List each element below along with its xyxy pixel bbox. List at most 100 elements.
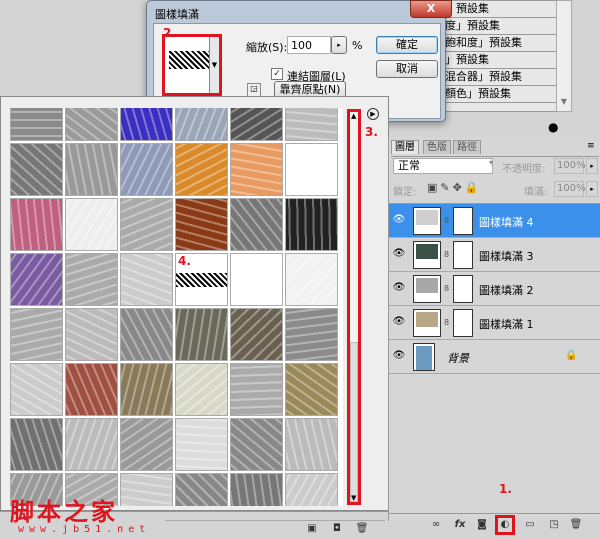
pattern-tile[interactable] [120, 108, 173, 141]
pattern-tile[interactable] [10, 363, 63, 416]
cancel-button[interactable]: 取消 [376, 60, 438, 78]
eye-icon[interactable]: 👁 [392, 214, 406, 226]
pattern-tile[interactable] [230, 108, 283, 141]
pattern-tile[interactable] [120, 198, 173, 251]
eye-icon[interactable]: 👁 [392, 316, 406, 328]
menu-item[interactable]: 」預設集 [441, 52, 557, 69]
menu-item[interactable]: 顏色」預設集 [441, 86, 557, 103]
add-mask-icon[interactable]: ◙ [475, 518, 489, 532]
adjustment-layer-icon[interactable]: ◐ [495, 515, 515, 535]
scale-slider-button[interactable]: ▸ [331, 36, 347, 54]
pattern-tile[interactable] [285, 253, 338, 306]
eye-icon[interactable]: 👁 [392, 282, 406, 294]
scroll-thumb[interactable] [350, 342, 358, 502]
pattern-tile[interactable] [230, 363, 283, 416]
menu-item[interactable]: 混合器」預設集 [441, 69, 557, 86]
opacity-slider-button[interactable]: ▸ [586, 158, 598, 174]
pattern-tile[interactable]: 4. [175, 253, 228, 306]
chevron-down-icon[interactable]: ▼ [209, 37, 219, 93]
pattern-tile[interactable] [175, 363, 228, 416]
layer-row[interactable]: 👁 8 圖樣填滿 4 [389, 204, 600, 238]
pattern-tile[interactable] [230, 418, 283, 471]
tab-paths[interactable]: 路徑 [453, 140, 481, 154]
fill-slider-button[interactable]: ▸ [586, 181, 598, 197]
chain-icon[interactable]: 8 [444, 284, 449, 293]
pattern-tile[interactable] [285, 473, 338, 506]
pattern-tile[interactable] [285, 198, 338, 251]
pattern-tile[interactable] [65, 363, 118, 416]
pattern-tile[interactable] [175, 198, 228, 251]
chain-icon[interactable]: 8 [444, 318, 449, 327]
pattern-tile[interactable] [175, 143, 228, 196]
layer-row[interactable]: 👁 背景 🔒 [389, 340, 600, 374]
trash-icon[interactable]: 🗑 [355, 522, 369, 536]
menu-item[interactable]: 度」預設集 [441, 18, 557, 35]
pattern-tile[interactable] [120, 253, 173, 306]
pattern-tile[interactable] [65, 418, 118, 471]
opacity-input[interactable]: 100% [554, 158, 586, 174]
new-layer-icon[interactable]: ◳ [547, 518, 561, 532]
ok-button[interactable]: 確定 [376, 36, 438, 54]
pattern-tile[interactable] [285, 108, 338, 141]
pattern-tile[interactable] [120, 363, 173, 416]
pattern-tile[interactable] [175, 108, 228, 141]
link-layers-icon[interactable]: ∞ [429, 518, 443, 532]
link-layer-checkbox[interactable]: ✓ [271, 68, 283, 80]
fx-icon[interactable]: fx [453, 518, 467, 532]
pattern-tile[interactable] [65, 308, 118, 361]
eye-icon[interactable]: 👁 [392, 248, 406, 260]
chain-icon[interactable]: 8 [444, 250, 449, 259]
pattern-tile[interactable] [65, 143, 118, 196]
tab-layers[interactable]: 圖層 [391, 140, 419, 154]
camera-icon[interactable]: ◘ [330, 522, 344, 536]
pattern-tile[interactable] [65, 108, 118, 141]
pattern-tile[interactable] [285, 418, 338, 471]
pattern-tile[interactable] [285, 308, 338, 361]
layer-row[interactable]: 👁 8 圖樣填滿 3 [389, 238, 600, 272]
eye-icon[interactable]: 👁 [392, 350, 406, 362]
pattern-tile[interactable] [10, 143, 63, 196]
picker-menu-icon[interactable]: ▶ [367, 108, 379, 120]
fill-input[interactable]: 100% [554, 181, 586, 197]
pattern-tile[interactable] [285, 363, 338, 416]
pattern-swatch[interactable]: ▼ [162, 34, 222, 96]
lock-icons[interactable]: ▣✎✥🔒 [427, 181, 482, 194]
new-preset-icon[interactable]: ◲ [247, 83, 261, 97]
scale-input[interactable] [287, 36, 331, 54]
trash-icon[interactable]: 🗑 [569, 518, 583, 532]
pattern-tile[interactable] [175, 308, 228, 361]
pattern-tile[interactable] [10, 108, 63, 141]
pattern-tile[interactable] [230, 253, 283, 306]
pattern-tile[interactable] [120, 418, 173, 471]
tab-channels[interactable]: 色版 [423, 140, 451, 154]
scroll-down-icon[interactable]: ▼ [351, 494, 356, 502]
menu-item[interactable]: 」預設集 [441, 1, 557, 18]
layer-row[interactable]: 👁 8 圖樣填滿 1 [389, 306, 600, 340]
scroll-up-icon[interactable]: ▲ [351, 112, 356, 120]
menu-item[interactable]: 飽和度」預設集 [441, 35, 557, 52]
pattern-tile[interactable] [230, 143, 283, 196]
panel-menu-icon[interactable]: ≡ [587, 141, 595, 151]
pattern-tile[interactable] [230, 198, 283, 251]
pattern-tile[interactable] [10, 418, 63, 471]
pattern-tile[interactable] [230, 308, 283, 361]
chevron-down-icon[interactable]: ▾ [489, 158, 493, 167]
pattern-tile[interactable] [120, 308, 173, 361]
pattern-tile[interactable] [120, 143, 173, 196]
pattern-tile[interactable] [65, 198, 118, 251]
chain-icon[interactable]: 8 [444, 216, 449, 225]
new-group-icon[interactable]: ▭ [523, 518, 537, 532]
pattern-tile[interactable] [175, 473, 228, 506]
pattern-tile[interactable] [285, 143, 338, 196]
pattern-tile[interactable] [230, 473, 283, 506]
close-button[interactable]: X [410, 0, 452, 18]
pattern-tile[interactable] [175, 418, 228, 471]
menu-scrollbar[interactable]: ▼ [556, 0, 572, 112]
picker-scrollbar[interactable]: ▲ ▼ [347, 109, 361, 505]
layer-row[interactable]: 👁 8 圖樣填滿 2 [389, 272, 600, 306]
pattern-tile[interactable] [65, 253, 118, 306]
pattern-tile[interactable] [120, 473, 173, 506]
pattern-tile[interactable] [10, 198, 63, 251]
pattern-tile[interactable] [10, 308, 63, 361]
pattern-tile[interactable] [10, 253, 63, 306]
